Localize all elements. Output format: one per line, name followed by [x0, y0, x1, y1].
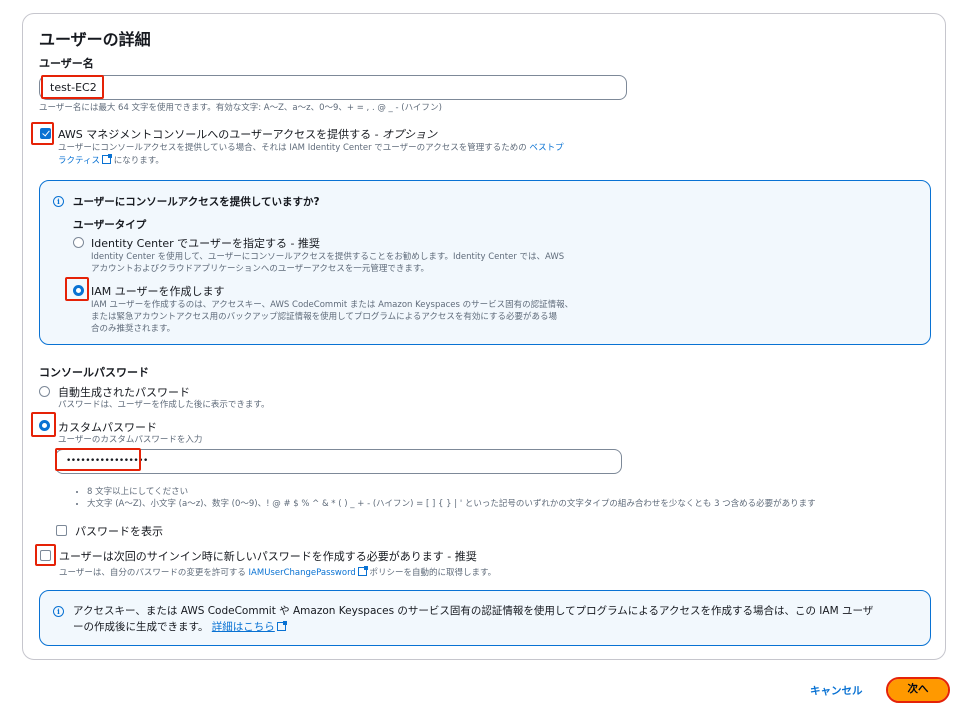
console-password-label: コンソールパスワード	[39, 366, 149, 379]
learn-more-link[interactable]: 詳細はこちら	[212, 621, 275, 633]
console-access-info-box: i ユーザーにコンソールアクセスを提供していますか? ユーザータイプ Ident…	[39, 180, 931, 345]
section-title: ユーザーの詳細	[39, 30, 151, 49]
external-link-icon	[357, 566, 368, 576]
iam-user-radio-highlight	[65, 277, 89, 301]
info-icon: i	[53, 196, 64, 207]
show-password-label: パスワードを表示	[75, 525, 163, 538]
iam-user-desc: IAM ユーザーを作成するのは、アクセスキー、AWS CodeCommit また…	[91, 300, 574, 334]
auto-password-radio[interactable]	[39, 386, 50, 397]
username-highlight	[41, 75, 104, 99]
optional-tag: オプション	[382, 128, 438, 141]
custom-password-input-highlight	[55, 448, 141, 471]
best-practice-link[interactable]: ベストプ	[529, 143, 563, 153]
console-access-highlight	[31, 122, 54, 145]
custom-password-radio-highlight	[31, 412, 56, 437]
external-link-icon	[276, 621, 287, 631]
custom-password-label: カスタムパスワード	[58, 421, 157, 434]
require-reset-label: ユーザーは次回のサインイン時に新しいパスワードを作成する必要があります - 推奨	[59, 550, 477, 563]
username-input[interactable]: test-EC2	[39, 75, 627, 100]
require-reset-highlight	[35, 544, 56, 566]
require-reset-desc: ユーザーは、自分のパスワードの変更を許可する IAMUserChangePass…	[59, 566, 497, 578]
access-key-info-box: i アクセスキー、または AWS CodeCommit や Amazon Key…	[39, 590, 931, 646]
info-question: ユーザーにコンソールアクセスを提供していますか?	[73, 196, 320, 208]
console-access-label: AWS マネジメントコンソールへのユーザーアクセスを提供する - オプション	[58, 128, 438, 141]
user-type-label: ユーザータイプ	[73, 219, 147, 231]
iam-user-label: IAM ユーザーを作成します	[91, 285, 225, 298]
access-key-info-text: アクセスキー、または AWS CodeCommit や Amazon Keysp…	[73, 605, 874, 633]
user-details-panel: ユーザーの詳細 ユーザー名 test-EC2 ユーザー名には最大 64 文字を使…	[22, 13, 946, 660]
custom-password-desc: ユーザーのカスタムパスワードを入力	[58, 435, 203, 445]
info-icon: i	[53, 606, 64, 617]
best-practice-link-cont[interactable]: ラクティス	[58, 156, 100, 166]
identity-center-label: Identity Center でユーザーを指定する - 推奨	[91, 237, 320, 250]
auto-password-label: 自動生成されたパスワード	[58, 386, 190, 399]
external-link-icon	[102, 154, 112, 164]
console-access-desc: ユーザーにコンソールアクセスを提供している場合、それは IAM Identity…	[58, 143, 564, 166]
password-requirement: 8 文字以上にしてください	[87, 486, 816, 498]
username-hint: ユーザー名には最大 64 文字を使用できます。有効な文字: A〜Z、a〜z、0〜…	[39, 103, 442, 113]
show-password-checkbox[interactable]	[56, 525, 67, 536]
username-label: ユーザー名	[39, 57, 94, 70]
iam-policy-link[interactable]: IAMUserChangePassword	[249, 568, 356, 578]
password-requirements: 8 文字以上にしてください 大文字 (A〜Z)、小文字 (a〜z)、数字 (0〜…	[73, 486, 816, 510]
identity-center-desc: Identity Center を使用して、ユーザーにコンソールアクセスを提供す…	[91, 252, 565, 274]
next-button-highlight	[886, 677, 950, 703]
password-requirement: 大文字 (A〜Z)、小文字 (a〜z)、数字 (0〜9)、! @ # $ % ^…	[87, 498, 816, 510]
identity-center-radio[interactable]	[73, 237, 84, 248]
cancel-button[interactable]: キャンセル	[810, 683, 863, 698]
auto-password-desc: パスワードは、ユーザーを作成した後に表示できます。	[58, 400, 270, 410]
